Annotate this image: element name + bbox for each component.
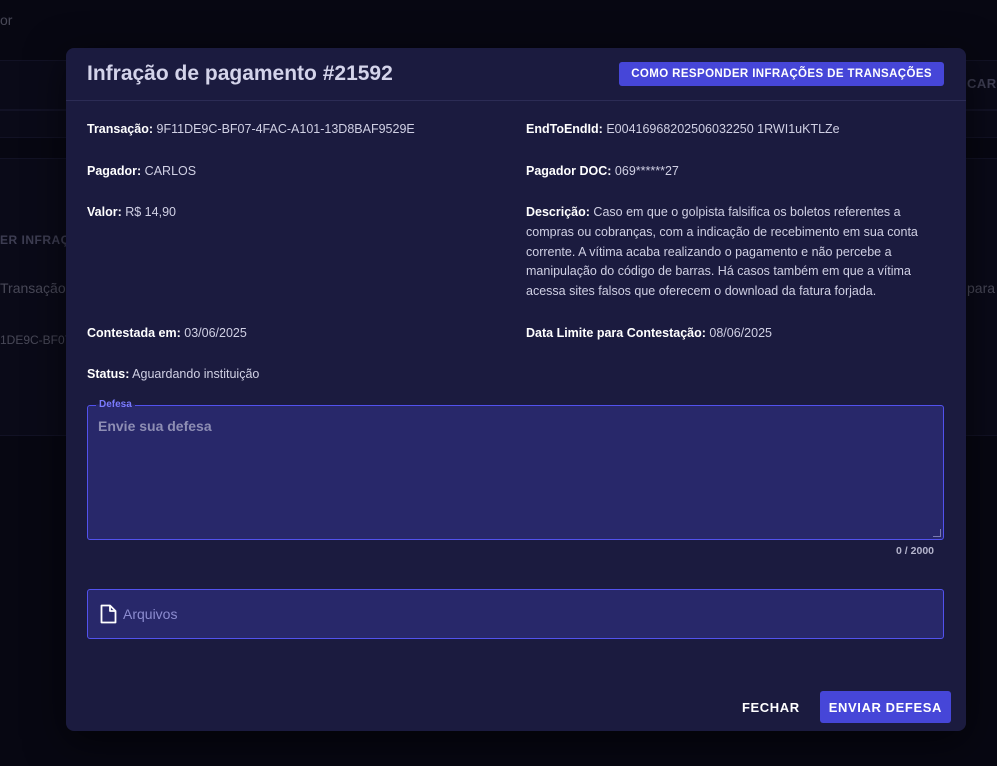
infraction-modal: Infração de pagamento #21592 COMO RESPON… — [66, 48, 966, 731]
field-endtoend: EndToEndId: E00416968202506032250 1RWI1u… — [526, 120, 840, 140]
close-button[interactable]: FECHAR — [732, 692, 810, 723]
defense-textarea[interactable] — [88, 406, 943, 539]
field-label: Status: — [87, 367, 130, 381]
field-label: Data Limite para Contestação: — [526, 326, 706, 340]
field-label: Descrição: — [526, 205, 590, 219]
field-transacao: Transação: 9F11DE9C-BF07-4FAC-A101-13D8B… — [87, 120, 415, 140]
file-icon — [100, 604, 117, 624]
field-pagador-doc: Pagador DOC: 069******27 — [526, 162, 679, 182]
field-label: Contestada em: — [87, 326, 181, 340]
field-label: Valor: — [87, 205, 122, 219]
field-value: 069******27 — [614, 164, 679, 178]
field-label: EndToEndId: — [526, 122, 603, 136]
modal-header: Infração de pagamento #21592 COMO RESPON… — [66, 48, 966, 101]
field-value: 9F11DE9C-BF07-4FAC-A101-13D8BAF9529E — [156, 122, 415, 136]
modal-actions: FECHAR ENVIAR DEFESA — [732, 691, 951, 723]
defense-field: Defesa — [87, 399, 944, 540]
how-to-respond-button[interactable]: COMO RESPONDER INFRAÇÕES DE TRANSAÇÕES — [619, 62, 944, 86]
character-counter: 0 / 2000 — [896, 545, 934, 557]
file-upload-label: Arquivos — [123, 606, 178, 622]
file-upload-field[interactable]: Arquivos — [87, 589, 944, 639]
send-defense-button[interactable]: ENVIAR DEFESA — [819, 691, 951, 723]
field-label: Transação: — [87, 122, 154, 136]
field-value: 03/06/2025 — [184, 326, 247, 340]
field-status: Status: Aguardando instituição — [87, 365, 259, 385]
field-valor: Valor: R$ 14,90 — [87, 203, 176, 223]
field-pagador: Pagador: CARLOS — [87, 162, 196, 182]
field-value: E00416968202506032250 1RWI1uKTLZe — [606, 122, 840, 136]
field-value: CARLOS — [144, 164, 197, 178]
field-value: Aguardando instituição — [132, 367, 260, 381]
field-value: 08/06/2025 — [709, 326, 772, 340]
field-label: Pagador DOC: — [526, 164, 612, 178]
field-label: Pagador: — [87, 164, 142, 178]
resize-handle-icon[interactable] — [933, 529, 941, 537]
field-value: R$ 14,90 — [125, 205, 176, 219]
field-descricao: Descrição: Caso em que o golpista falsif… — [526, 203, 946, 302]
field-data-limite: Data Limite para Contestação: 08/06/2025 — [526, 324, 772, 344]
field-contestada: Contestada em: 03/06/2025 — [87, 324, 247, 344]
modal-title: Infração de pagamento #21592 — [87, 62, 393, 85]
